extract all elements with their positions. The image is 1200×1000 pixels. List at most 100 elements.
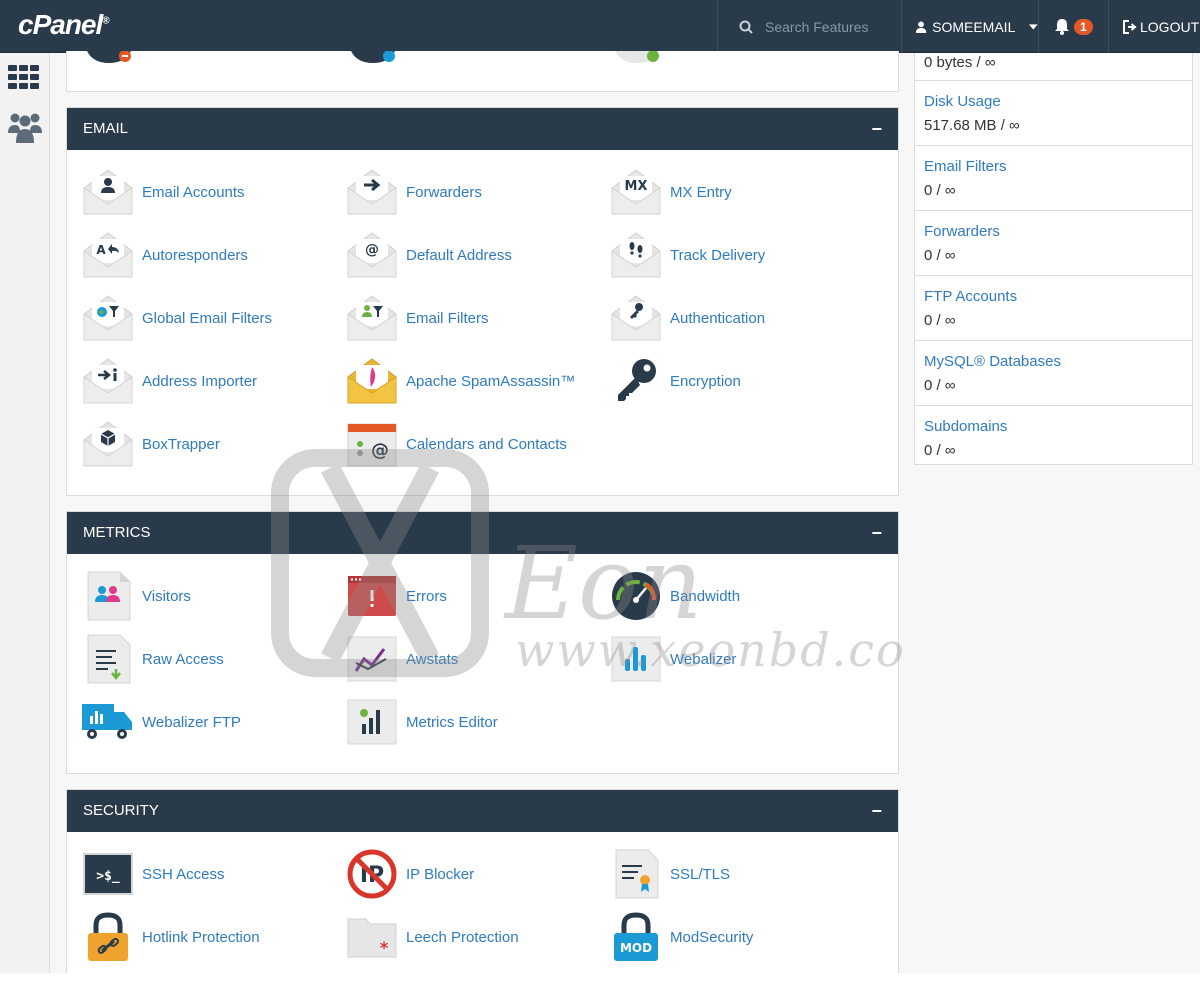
envelope-key-icon: [610, 292, 662, 344]
cpanel-logo[interactable]: cPanel®: [18, 9, 110, 41]
collapse-button[interactable]: −: [871, 108, 882, 150]
boxtrapper-link[interactable]: BoxTrapper: [82, 418, 220, 470]
leech-protection-link[interactable]: * Leech Protection: [346, 911, 519, 963]
stat-name-link[interactable]: FTP Accounts: [924, 276, 1192, 305]
envelope-at-icon: @: [346, 229, 398, 281]
ssl-tls-link[interactable]: SSL/TLS: [610, 848, 730, 900]
search-input[interactable]: [765, 18, 895, 35]
stat-name-link[interactable]: Subdomains: [924, 406, 1192, 435]
username-label: SOMEEMAIL: [932, 18, 1016, 35]
stat-name-link[interactable]: Forwarders: [924, 211, 1192, 240]
envelope-globe-filter-icon: [82, 292, 134, 344]
stat-name-link[interactable]: Disk Usage: [924, 81, 1192, 110]
partial-icon: [87, 51, 131, 63]
collapse-button[interactable]: −: [871, 512, 882, 554]
ip-blocker-link[interactable]: IP IP Blocker: [346, 848, 474, 900]
envelope-mx-icon: MX: [610, 166, 662, 218]
metrics-panel: METRICS − Visitors Errors Bandwidth Raw …: [66, 511, 899, 774]
stat-value: 0 bytes / ∞: [924, 54, 996, 71]
key-icon: [618, 359, 656, 401]
line-chart-icon: [347, 636, 397, 682]
stat-value: 0 / ∞: [924, 377, 956, 394]
encryption-link[interactable]: Encryption: [610, 355, 741, 407]
padlock-mod-icon: MOD: [614, 912, 658, 961]
logout-button[interactable]: LOGOUT: [1108, 0, 1200, 53]
partial-icon: [351, 51, 395, 63]
security-panel-header[interactable]: SECURITY −: [67, 790, 898, 832]
raw-access-link[interactable]: Raw Access: [82, 633, 224, 685]
awstats-link[interactable]: Awstats: [346, 633, 458, 685]
stat-name-link[interactable]: Email Filters: [924, 146, 1192, 175]
envelope-user-filter-icon: [346, 292, 398, 344]
svg-text:MX: MX: [625, 179, 648, 194]
raw-log-download-icon: [87, 634, 131, 684]
calendars-contacts-link[interactable]: @ Calendars and Contacts: [346, 418, 567, 470]
search-icon: [739, 20, 753, 34]
logout-icon: [1123, 19, 1137, 34]
visitors-link[interactable]: Visitors: [82, 570, 191, 622]
stat-row: FTP Accounts 0 / ∞: [915, 276, 1192, 341]
email-panel: EMAIL − Email Accounts Forwarders MX MX …: [66, 107, 899, 496]
ssh-access-link[interactable]: >$_ SSH Access: [82, 848, 225, 900]
errors-link[interactable]: Errors: [346, 570, 447, 622]
svg-text:@: @: [371, 440, 389, 461]
email-accounts-link[interactable]: Email Accounts: [82, 166, 245, 218]
grid-apps-icon[interactable]: [8, 65, 40, 89]
envelope-footprints-icon: [610, 229, 662, 281]
error-window-icon: [348, 576, 396, 616]
svg-text:MOD: MOD: [620, 941, 652, 955]
svg-text:A: A: [96, 243, 106, 257]
envelope-box-icon: [82, 418, 134, 470]
folder-asterisk-icon: *: [347, 918, 397, 958]
padlock-link-icon: [88, 912, 128, 961]
partial-icon: [615, 51, 659, 63]
terminal-icon: >$_: [83, 853, 133, 895]
metrics-panel-header[interactable]: METRICS −: [67, 512, 898, 554]
webalizer-ftp-link[interactable]: Webalizer FTP: [82, 696, 241, 748]
user-icon: [915, 21, 927, 33]
left-sidebar: [0, 53, 50, 973]
svg-text:@: @: [365, 242, 379, 258]
spamassassin-link[interactable]: Apache SpamAssassin™: [346, 355, 575, 407]
ip-blocked-icon: IP: [347, 849, 397, 899]
authentication-link[interactable]: Authentication: [610, 292, 765, 344]
envelope-feather-icon: [347, 358, 397, 404]
default-address-link[interactable]: @ Default Address: [346, 229, 512, 281]
stat-row: 0 bytes / ∞: [915, 53, 1192, 81]
truck-chart-icon: [82, 704, 132, 739]
envelope-arrow-icon: [346, 166, 398, 218]
bandwidth-link[interactable]: Bandwidth: [610, 570, 740, 622]
autoresponders-link[interactable]: A Autoresponders: [82, 229, 248, 281]
envelope-reply-icon: A: [82, 229, 134, 281]
users-group-icon[interactable]: [8, 111, 42, 143]
modsecurity-link[interactable]: MOD ModSecurity: [610, 911, 753, 963]
envelope-user-icon: [82, 166, 134, 218]
email-filters-link[interactable]: Email Filters: [346, 292, 489, 344]
chart-edit-icon: [347, 699, 397, 745]
gauge-icon: [612, 572, 660, 620]
email-panel-header[interactable]: EMAIL −: [67, 108, 898, 150]
hotlink-protection-link[interactable]: Hotlink Protection: [82, 911, 260, 963]
panel-title: SECURITY: [83, 802, 159, 819]
stat-name-link[interactable]: MySQL® Databases: [924, 341, 1192, 370]
forwarders-link[interactable]: Forwarders: [346, 166, 482, 218]
previous-panel-fragment: [66, 51, 899, 92]
metrics-editor-link[interactable]: Metrics Editor: [346, 696, 498, 748]
track-delivery-link[interactable]: Track Delivery: [610, 229, 765, 281]
search-box[interactable]: [717, 0, 901, 53]
top-navbar: cPanel® SOMEEMAIL 1 LOGOUT: [0, 0, 1200, 53]
global-email-filters-link[interactable]: Global Email Filters: [82, 292, 272, 344]
stat-row: Email Filters 0 / ∞: [915, 146, 1192, 211]
stat-value: 0 / ∞: [924, 442, 956, 459]
calendar-at-icon: @: [347, 423, 397, 467]
user-menu[interactable]: SOMEEMAIL: [901, 0, 1038, 53]
webalizer-link[interactable]: Webalizer: [610, 633, 736, 685]
mx-entry-link[interactable]: MX MX Entry: [610, 166, 732, 218]
panel-title: EMAIL: [83, 120, 129, 137]
stat-value: 0 / ∞: [924, 312, 956, 329]
svg-text:*: *: [380, 938, 389, 957]
collapse-button[interactable]: −: [871, 790, 882, 832]
address-importer-link[interactable]: Address Importer: [82, 355, 257, 407]
notifications-button[interactable]: 1: [1038, 0, 1108, 53]
stat-row: Forwarders 0 / ∞: [915, 211, 1192, 276]
